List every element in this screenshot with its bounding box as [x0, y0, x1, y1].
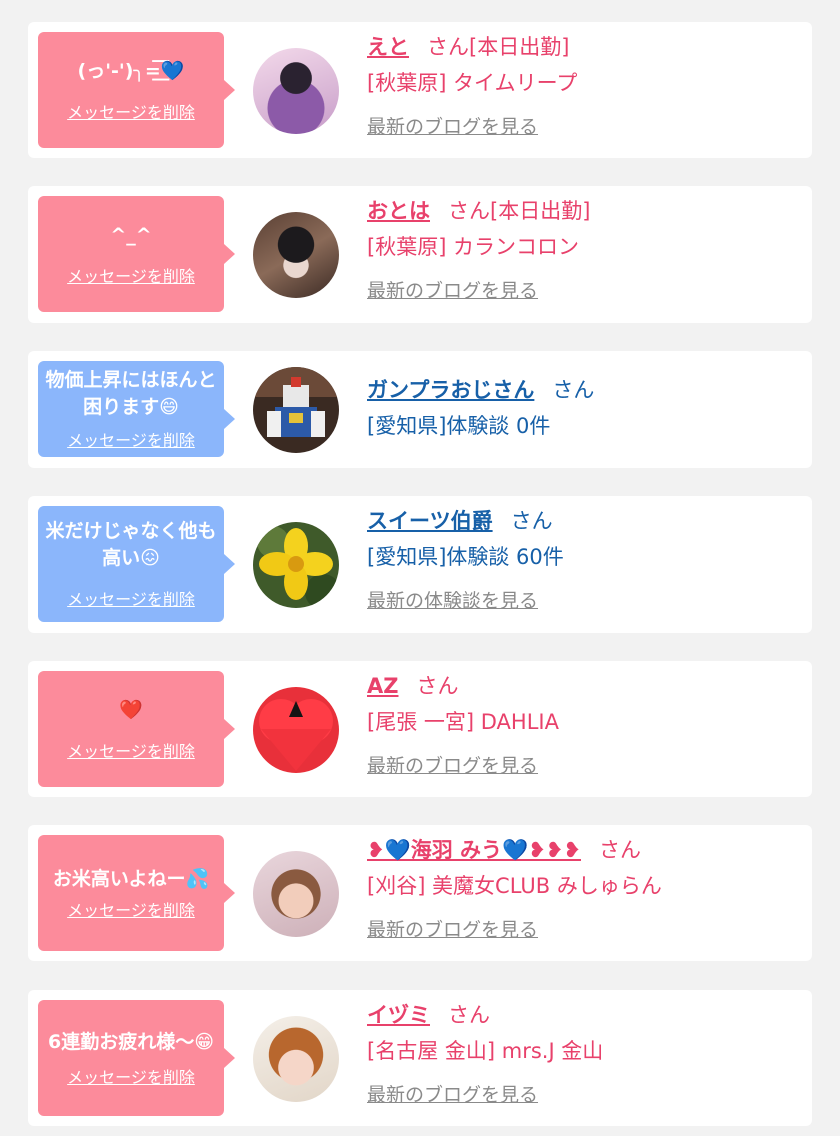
avatar[interactable]	[253, 522, 339, 608]
profile-info: AZ さん [尾張 一宮] DAHLIA 最新のブログを見る	[367, 671, 802, 778]
review-info: [愛知県]体験談 0件	[367, 414, 551, 438]
delete-message-link[interactable]: メッセージを削除	[67, 586, 195, 610]
message-card: (っ'-')╮=͟͟͞͞💙 メッセージを削除 えと さん[本日出勤] [秋葉原] …	[28, 22, 812, 158]
profile-name-link[interactable]: ❥💙海羽 みう💙❥❥❥	[367, 838, 581, 862]
avatar[interactable]	[253, 1016, 339, 1102]
latest-review-link[interactable]: 最新の体験談を見る	[367, 586, 538, 613]
message-bubble: ^_^ メッセージを削除	[38, 196, 235, 312]
delete-message-link[interactable]: メッセージを削除	[67, 1064, 195, 1088]
avatar[interactable]	[253, 367, 339, 453]
latest-blog-link[interactable]: 最新のブログを見る	[367, 751, 538, 778]
honorific: さん	[448, 1003, 490, 1027]
latest-blog-link[interactable]: 最新のブログを見る	[367, 276, 538, 303]
message-card: お米高いよねー💦 メッセージを削除 ❥💙海羽 みう💙❥❥❥ さん [刈谷] 美魔女…	[28, 825, 812, 961]
shop-info: [秋葉原] タイムリープ	[367, 71, 578, 95]
message-text: (っ'-')╮=͟͟͞͞💙	[77, 59, 185, 82]
honorific: さん	[599, 838, 641, 862]
profile-info: スイーツ伯爵 さん [愛知県]体験談 60件 最新の体験談を見る	[367, 506, 802, 613]
profile-name-link[interactable]: イヅミ	[367, 1003, 430, 1027]
honorific: さん	[510, 509, 553, 533]
work-status: [本日出勤]	[490, 199, 591, 223]
honorific: さん	[427, 35, 469, 59]
message-text: ❤️	[119, 698, 143, 721]
honorific: さん	[448, 199, 490, 223]
profile-name-link[interactable]: ガンプラおじさん	[367, 378, 534, 402]
avatar[interactable]	[253, 48, 339, 134]
message-text: ^_^	[110, 223, 152, 246]
delete-message-link[interactable]: メッセージを削除	[67, 738, 195, 762]
honorific: さん	[552, 378, 595, 402]
message-card: 6連勤お疲れ様〜😁 メッセージを削除 イヅミ さん [名古屋 金山] mrs.J …	[28, 990, 812, 1126]
delete-message-link[interactable]: メッセージを削除	[67, 427, 195, 451]
profile-name-link[interactable]: AZ	[367, 674, 398, 698]
message-bubble: 米だけじゃなく他も高い😖 メッセージを削除	[38, 506, 235, 622]
avatar[interactable]	[253, 687, 339, 773]
latest-blog-link[interactable]: 最新のブログを見る	[367, 1080, 538, 1107]
honorific: さん	[416, 674, 459, 698]
profile-info: えと さん[本日出勤] [秋葉原] タイムリープ 最新のブログを見る	[367, 32, 802, 139]
profile-name-link[interactable]: おとは	[367, 199, 430, 223]
shop-info: [刈谷] 美魔女CLUB みしゅらん	[367, 874, 662, 898]
profile-info: おとは さん[本日出勤] [秋葉原] カランコロン 最新のブログを見る	[367, 196, 802, 303]
message-card: 米だけじゃなく他も高い😖 メッセージを削除 スイーツ伯爵 さん [愛知県]体験談 …	[28, 496, 812, 633]
work-status: [本日出勤]	[469, 35, 570, 59]
message-bubble: (っ'-')╮=͟͟͞͞💙 メッセージを削除	[38, 32, 235, 148]
profile-name-link[interactable]: スイーツ伯爵	[367, 509, 493, 533]
message-text: お米高いよねー💦	[52, 867, 210, 890]
delete-message-link[interactable]: メッセージを削除	[67, 99, 195, 123]
flower-avatar-image	[253, 522, 339, 608]
delete-message-link[interactable]: メッセージを削除	[67, 263, 195, 287]
profile-info: ❥💙海羽 みう💙❥❥❥ さん [刈谷] 美魔女CLUB みしゅらん 最新のブログを…	[367, 835, 802, 942]
message-card: ^_^ メッセージを削除 おとは さん[本日出勤] [秋葉原] カランコロン 最新…	[28, 186, 812, 323]
review-info: [愛知県]体験談 60件	[367, 545, 564, 569]
avatar[interactable]	[253, 212, 339, 298]
message-text: 6連勤お疲れ様〜😁	[47, 1030, 215, 1053]
message-bubble: 6連勤お疲れ様〜😁 メッセージを削除	[38, 1000, 235, 1116]
message-bubble: 物価上昇にはほんと困ります😄 メッセージを削除	[38, 361, 235, 457]
gundam-avatar-image	[253, 367, 339, 453]
shop-info: [秋葉原] カランコロン	[367, 235, 580, 259]
message-card: 物価上昇にはほんと困ります😄 メッセージを削除 ガンプラおじさん さん [愛知県]…	[28, 351, 812, 468]
message-card: ❤️ メッセージを削除 AZ さん [尾張 一宮] DAHLIA 最新のブログを見…	[28, 661, 812, 797]
delete-message-link[interactable]: メッセージを削除	[67, 897, 195, 921]
heart-avatar-image	[253, 687, 339, 773]
shop-info: [名古屋 金山] mrs.J 金山	[367, 1039, 604, 1063]
profile-name-link[interactable]: えと	[367, 35, 409, 59]
latest-blog-link[interactable]: 最新のブログを見る	[367, 915, 538, 942]
message-bubble: ❤️ メッセージを削除	[38, 671, 235, 787]
message-text: 米だけじゃなく他も高い😖	[45, 520, 217, 569]
latest-blog-link[interactable]: 最新のブログを見る	[367, 112, 538, 139]
avatar[interactable]	[253, 851, 339, 937]
profile-info: ガンプラおじさん さん [愛知県]体験談 0件	[367, 361, 802, 441]
message-bubble: お米高いよねー💦 メッセージを削除	[38, 835, 235, 951]
profile-info: イヅミ さん [名古屋 金山] mrs.J 金山 最新のブログを見る	[367, 1000, 802, 1107]
shop-info: [尾張 一宮] DAHLIA	[367, 710, 559, 734]
message-text: 物価上昇にはほんと困ります😄	[45, 369, 217, 418]
